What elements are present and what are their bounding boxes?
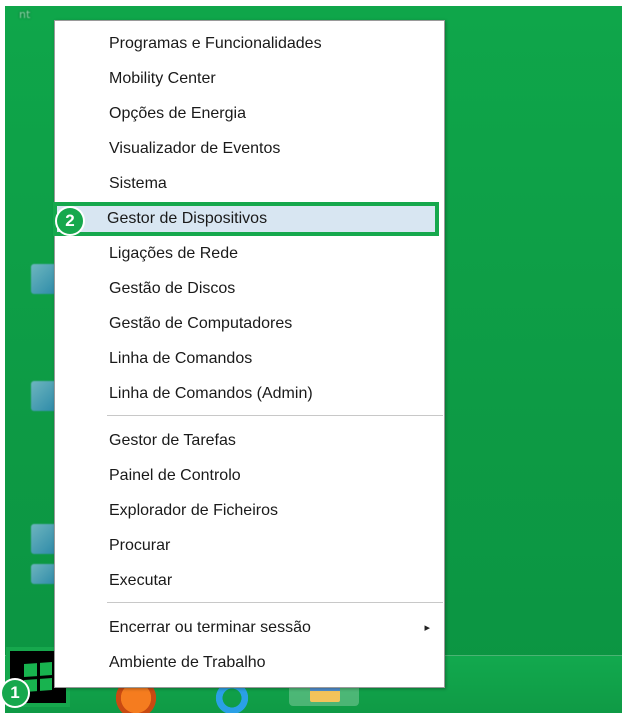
menu-item-gestor-de-tarefas[interactable]: Gestor de Tarefas [55, 424, 444, 458]
menu-separator [107, 415, 443, 416]
menu-item-procurar[interactable]: Procurar [55, 529, 444, 563]
menu-item-label: Mobility Center [109, 70, 216, 87]
menu-item-gestor-de-dispositivos[interactable]: Gestor de Dispositivos [53, 202, 439, 236]
menu-item-label: Procurar [109, 537, 171, 554]
menu-item-label: Programas e Funcionalidades [109, 35, 322, 52]
menu-item-ligacoes-de-rede[interactable]: Ligações de Rede [55, 237, 444, 271]
menu-item-linha-de-comandos-admin[interactable]: Linha de Comandos (Admin) [55, 377, 444, 411]
step-1-badge: 1 [2, 680, 28, 706]
menu-item-ambiente-de-trabalho[interactable]: Ambiente de Trabalho [55, 646, 444, 680]
menu-item-label: Opções de Energia [109, 105, 246, 122]
menu-item-label: Gestão de Discos [109, 280, 236, 297]
submenu-arrow-icon: ▸ [424, 622, 430, 634]
menu-separator [107, 602, 443, 603]
menu-item-label: Painel de Controlo [109, 467, 241, 484]
menu-item-explorador-de-ficheiros[interactable]: Explorador de Ficheiros [55, 494, 444, 528]
menu-item-label: Explorador de Ficheiros [109, 502, 278, 519]
menu-item-opcoes-de-energia[interactable]: Opções de Energia [55, 97, 444, 131]
step-2-badge: 2 [57, 208, 83, 234]
menu-item-executar[interactable]: Executar [55, 564, 444, 598]
menu-item-label: Ambiente de Trabalho [109, 654, 266, 671]
menu-item-label: Gestor de Dispositivos [107, 210, 268, 227]
menu-item-mobility-center[interactable]: Mobility Center [55, 62, 444, 96]
menu-item-label: Ligações de Rede [109, 245, 238, 262]
menu-item-label: Gestão de Computadores [109, 315, 293, 332]
menu-item-programas-e-funcionalidades[interactable]: Programas e Funcionalidades [55, 27, 444, 61]
menu-item-label: Gestor de Tarefas [109, 432, 236, 449]
menu-item-label: Sistema [109, 175, 167, 192]
menu-item-label: Linha de Comandos [109, 350, 253, 367]
desktop-label: nt [19, 8, 31, 21]
menu-item-gestao-de-computadores[interactable]: Gestão de Computadores [55, 307, 444, 341]
menu-item-label: Linha de Comandos (Admin) [109, 385, 313, 402]
context-menu: Programas e Funcionalidades Mobility Cent… [53, 20, 445, 688]
menu-item-label: Visualizador de Eventos [109, 140, 281, 157]
menu-item-gestao-de-discos[interactable]: Gestão de Discos [55, 272, 444, 306]
menu-item-linha-de-comandos[interactable]: Linha de Comandos [55, 342, 444, 376]
menu-item-painel-de-controlo[interactable]: Painel de Controlo [55, 459, 444, 493]
menu-item-sistema[interactable]: Sistema [55, 167, 444, 201]
menu-item-label: Executar [109, 572, 173, 589]
menu-item-visualizador-de-eventos[interactable]: Visualizador de Eventos [55, 132, 444, 166]
windows-logo-icon [24, 662, 52, 692]
menu-item-label: Encerrar ou terminar sessão [109, 619, 311, 636]
menu-item-encerrar-ou-terminar-sessao[interactable]: Encerrar ou terminar sessão ▸ [55, 611, 444, 645]
